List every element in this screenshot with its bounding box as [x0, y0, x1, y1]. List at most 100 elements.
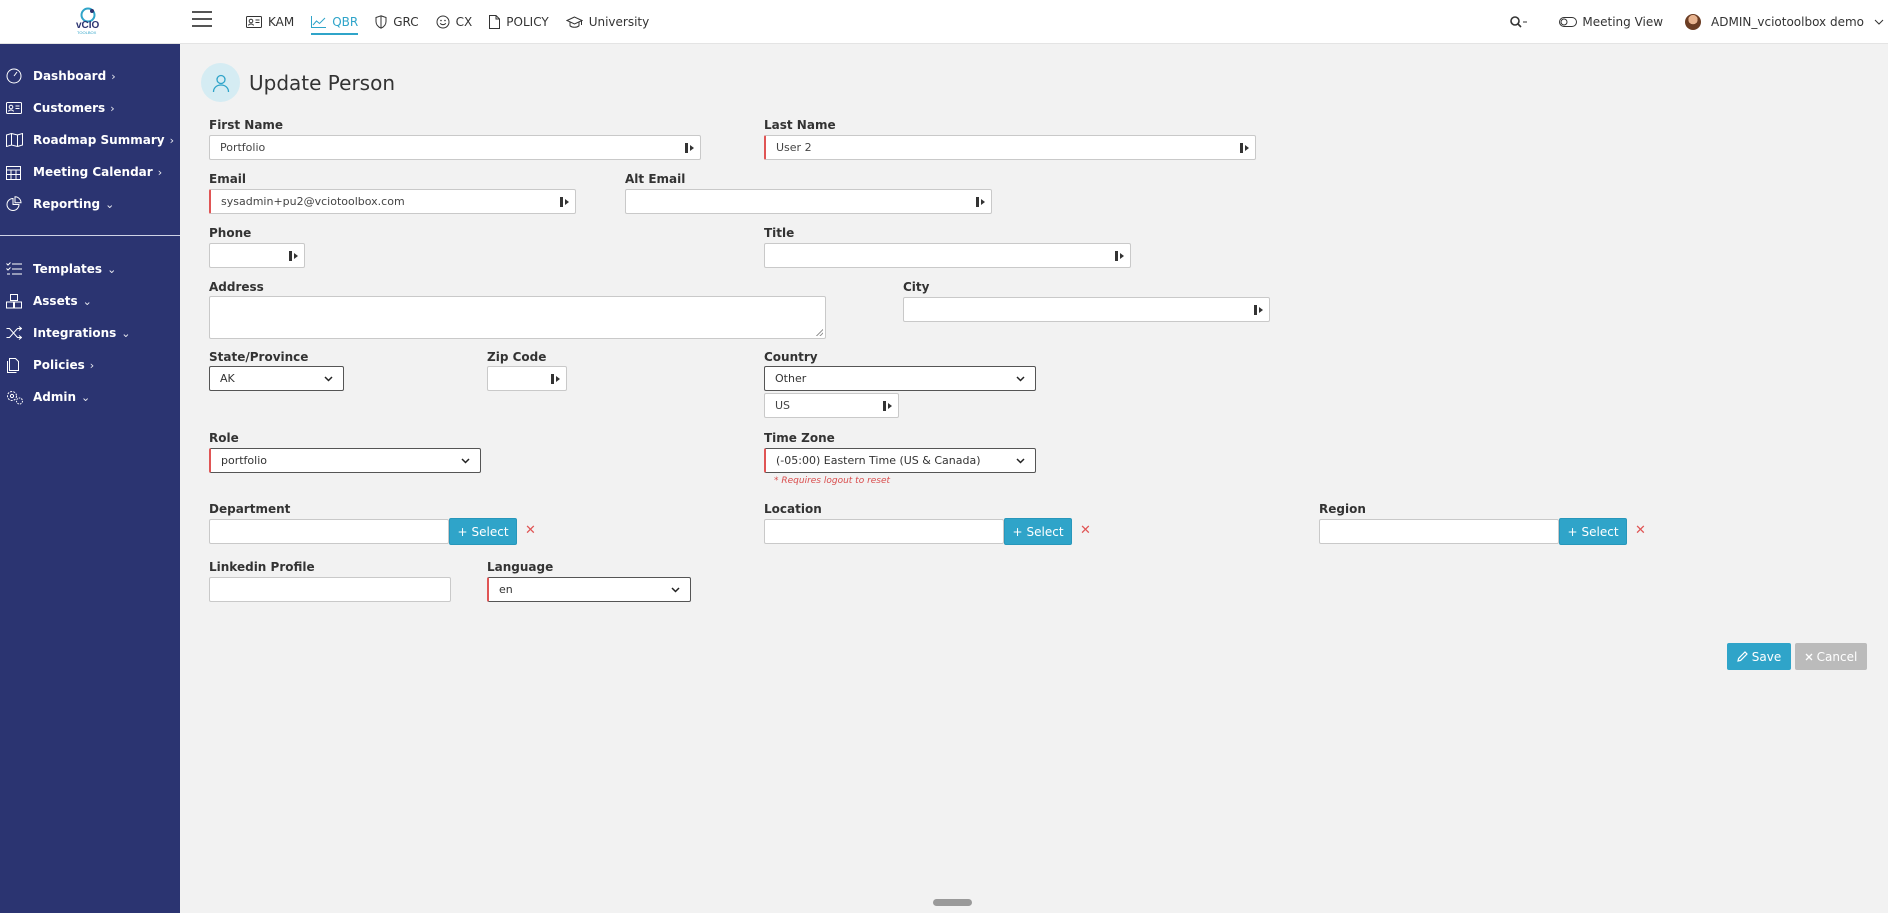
search-button[interactable] — [1510, 16, 1533, 28]
horizontal-scroll-handle[interactable] — [933, 899, 972, 906]
location-clear-icon[interactable]: ✕ — [1080, 523, 1091, 538]
nav-university-label: University — [588, 15, 650, 29]
region-clear-icon[interactable]: ✕ — [1635, 523, 1646, 538]
chevron-down-icon: ⌄ — [82, 294, 92, 308]
sidebar-item-customers[interactable]: Customers › — [0, 94, 180, 122]
sidebar-item-assets[interactable]: Assets ⌄ — [0, 287, 180, 315]
sidebar-item-templates[interactable]: Templates ⌄ — [0, 255, 180, 283]
nav-cx[interactable]: CX — [436, 0, 473, 44]
meeting-view-toggle[interactable]: Meeting View — [1559, 15, 1663, 29]
email-field[interactable]: sysadmin+pu2@vciotoolbox.com — [209, 189, 576, 214]
smiley-icon — [436, 15, 450, 29]
gauge-icon — [6, 68, 22, 84]
plus-icon: + — [1012, 524, 1023, 539]
sidebar-item-dashboard[interactable]: Dashboard › — [0, 62, 180, 90]
state-label: State/Province — [209, 350, 309, 364]
city-field[interactable] — [903, 297, 1270, 322]
resize-grip[interactable] — [816, 329, 823, 336]
plus-icon: + — [457, 524, 468, 539]
role-select[interactable]: portfolio — [209, 448, 481, 473]
chevron-down-icon — [671, 586, 680, 593]
autofill-icon — [883, 401, 892, 411]
country-label: Country — [764, 350, 818, 364]
save-button[interactable]: Save — [1727, 643, 1791, 670]
sidebar-item-label: Reporting — [33, 197, 101, 211]
autofill-icon — [685, 143, 694, 153]
role-value: portfolio — [221, 454, 267, 467]
svg-text:TOOLBOX: TOOLBOX — [77, 30, 97, 35]
location-field[interactable] — [764, 519, 1004, 544]
sidebar-item-label: Admin — [33, 390, 77, 404]
location-select-button[interactable]: + Select — [1004, 518, 1072, 545]
last-name-label: Last Name — [764, 118, 836, 132]
country-other-value: US — [775, 399, 791, 412]
sidebar-item-label: Dashboard — [33, 69, 107, 83]
region-field[interactable] — [1319, 519, 1559, 544]
language-value: en — [499, 583, 513, 596]
autofill-icon — [1254, 305, 1263, 315]
pie-chart-icon — [6, 196, 22, 211]
select-button-label: Select — [1026, 524, 1064, 539]
close-icon — [1805, 653, 1813, 660]
shuffle-icon — [6, 326, 22, 340]
nav-qbr[interactable]: QBR — [311, 0, 359, 44]
zip-code-field[interactable] — [487, 366, 567, 391]
sidebar-item-integrations[interactable]: Integrations ⌄ — [0, 319, 180, 347]
address-textarea[interactable] — [209, 296, 826, 339]
last-name-value: User 2 — [776, 141, 812, 154]
first-name-value: Portfolio — [220, 141, 266, 154]
person-icon — [201, 63, 240, 102]
vcio-logo[interactable]: vCIO TOOLBOX — [72, 6, 104, 36]
save-label: Save — [1751, 649, 1782, 664]
sidebar-item-meeting-calendar[interactable]: Meeting Calendar › — [0, 158, 180, 186]
document-icon — [489, 15, 501, 29]
sidebar-item-policies[interactable]: Policies › — [0, 351, 180, 379]
autofill-icon — [1115, 251, 1124, 261]
phone-field[interactable] — [209, 243, 305, 268]
email-value: sysadmin+pu2@vciotoolbox.com — [221, 195, 405, 208]
sidebar-item-label: Integrations — [33, 326, 117, 340]
linkedin-field[interactable] — [209, 577, 451, 602]
title-label: Title — [764, 226, 795, 240]
sidebar-divider — [0, 235, 180, 236]
select-button-label: Select — [471, 524, 509, 539]
last-name-field[interactable]: User 2 — [764, 135, 1256, 160]
department-clear-icon[interactable]: ✕ — [525, 523, 536, 538]
nav-cx-label: CX — [455, 15, 473, 29]
alt-email-field[interactable] — [625, 189, 992, 214]
region-select-button[interactable]: + Select — [1559, 518, 1627, 545]
sidebar-item-label: Roadmap Summary — [33, 133, 165, 147]
time-zone-select[interactable]: (-05:00) Eastern Time (US & Canada) — [764, 448, 1036, 473]
chevron-right-icon: › — [111, 69, 116, 83]
chevron-down-icon — [1016, 457, 1025, 464]
chevron-down-icon: ⌄ — [105, 197, 115, 211]
autofill-icon — [1240, 143, 1249, 153]
first-name-field[interactable]: Portfolio — [209, 135, 701, 160]
location-label: Location — [764, 502, 822, 516]
department-label: Department — [209, 502, 291, 516]
department-select-button[interactable]: + Select — [449, 518, 517, 545]
country-other-field[interactable]: US — [764, 393, 899, 418]
user-menu[interactable]: ADMIN_vciotoolbox demo — [1685, 14, 1884, 30]
sidebar-item-roadmap-summary[interactable]: Roadmap Summary › — [0, 126, 180, 154]
sidebar-item-admin[interactable]: Admin ⌄ — [0, 383, 180, 411]
id-card-icon — [246, 16, 262, 28]
title-field[interactable] — [764, 243, 1131, 268]
chevron-right-icon: › — [157, 165, 163, 179]
phone-label: Phone — [209, 226, 252, 240]
sidebar-item-reporting[interactable]: Reporting ⌄ — [0, 190, 180, 218]
chevron-down-icon — [324, 375, 333, 382]
department-field[interactable] — [209, 519, 449, 544]
cancel-button[interactable]: Cancel — [1795, 643, 1867, 670]
country-select[interactable]: Other — [764, 366, 1036, 391]
country-value: Other — [775, 372, 807, 385]
nav-university[interactable]: University — [565, 0, 650, 44]
nav-policy[interactable]: POLICY — [489, 0, 549, 44]
pencil-icon — [1736, 651, 1748, 662]
state-select[interactable]: AK — [209, 366, 344, 391]
nav-kam[interactable]: KAM — [246, 0, 294, 44]
hamburger-menu-icon[interactable] — [192, 11, 212, 29]
select-button-label: Select — [1581, 524, 1619, 539]
language-select[interactable]: en — [487, 577, 691, 602]
nav-grc[interactable]: GRC — [375, 0, 419, 44]
